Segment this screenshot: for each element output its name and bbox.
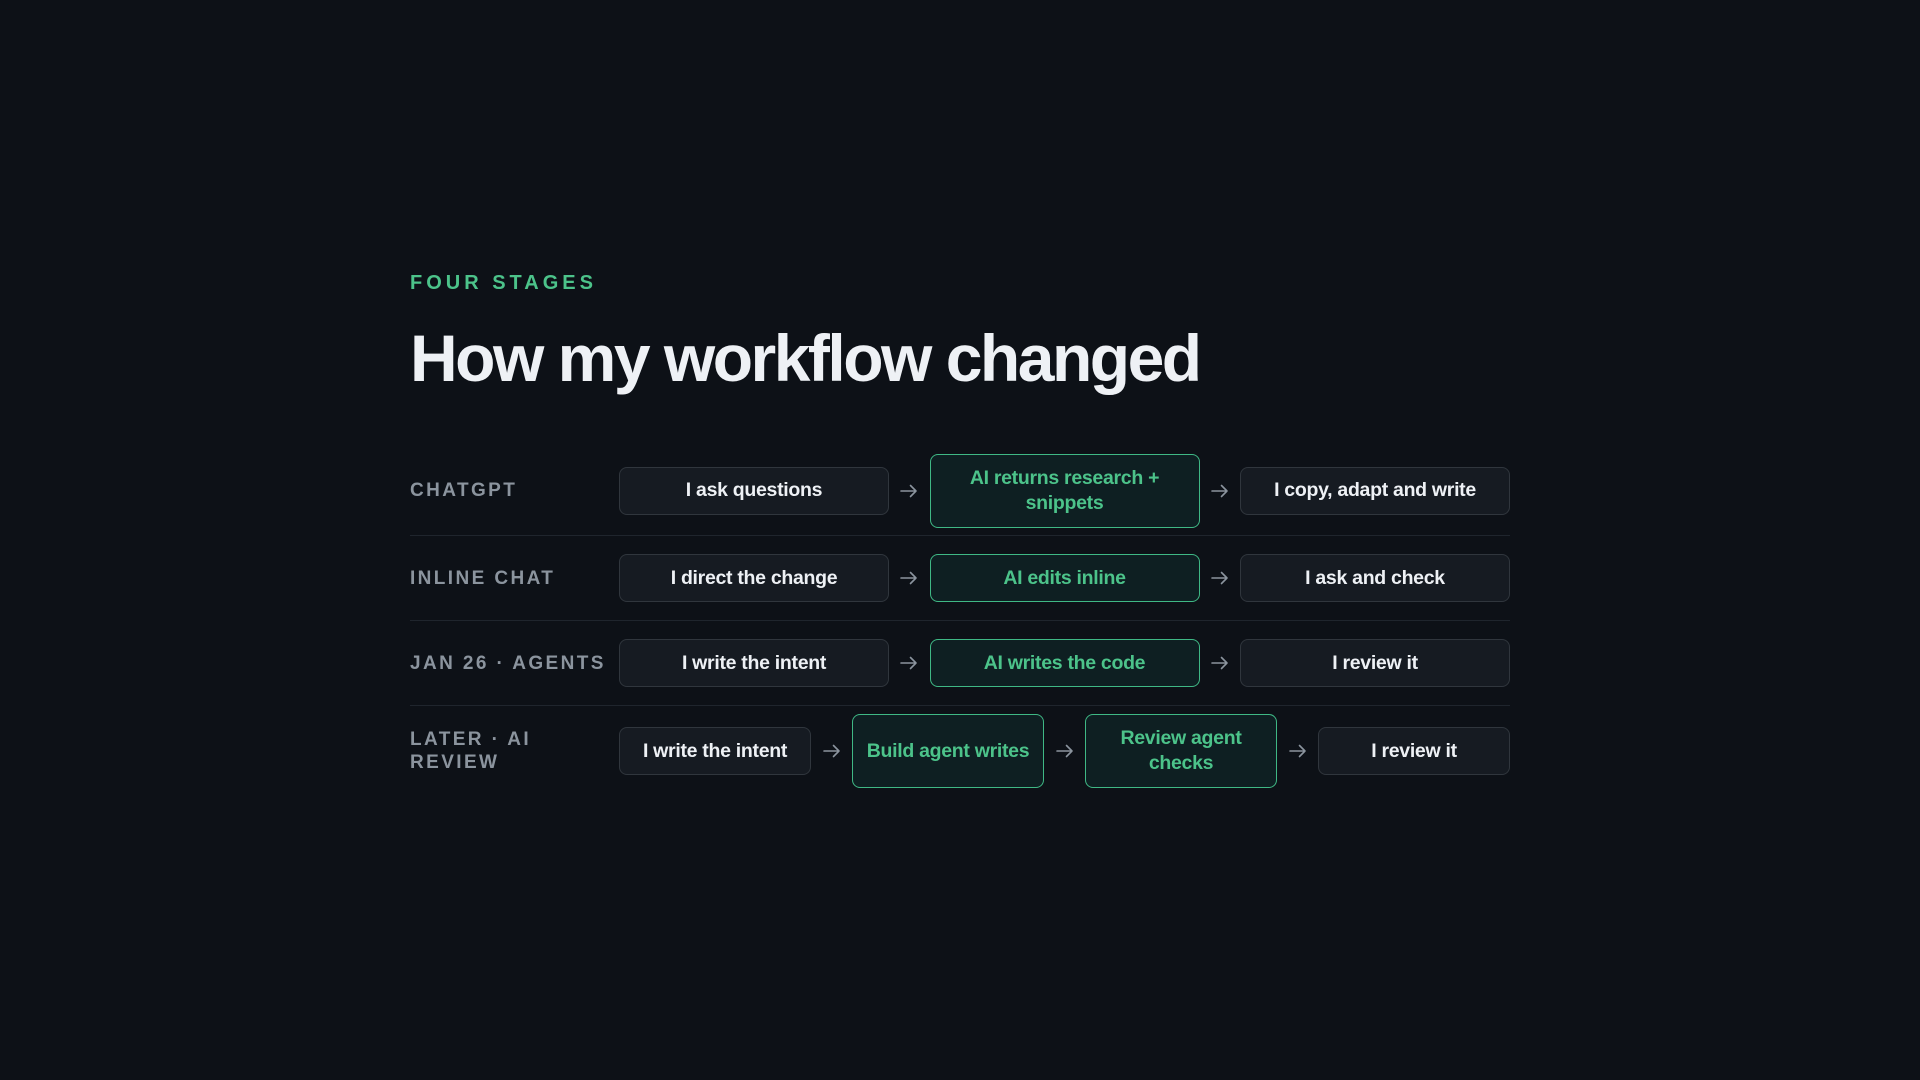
ai-step-box: AI writes the code [929, 639, 1200, 687]
arrow-right-icon [1200, 656, 1241, 670]
human-step-box: I review it [1240, 639, 1510, 687]
stage-label: LATER · AI REVIEW [410, 729, 532, 773]
ai-step-box: AI edits inline [929, 554, 1200, 602]
arrow-right-icon [889, 656, 930, 670]
stage-row-ai-review: LATER · AI REVIEW I write the intent Bui… [410, 706, 1510, 796]
stage-flow: I ask questions AI returns research + sn… [619, 453, 1510, 528]
arrow-right-icon [889, 484, 930, 498]
stage-label: CHATGPT [410, 480, 518, 501]
stage-label: JAN 26 · AGENTS [410, 652, 606, 674]
slide: FOUR STAGES How my workflow changed CHAT… [410, 270, 1510, 796]
human-step-box: I write the intent [619, 727, 811, 775]
stages-table: CHATGPT I ask questions AI returns resea… [410, 446, 1510, 796]
stage-flow: I write the intent Build agent writes Re… [619, 714, 1510, 788]
arrow-right-icon [1044, 744, 1085, 758]
stage-label: INLINE CHAT [410, 567, 556, 589]
human-step-box: I copy, adapt and write [1240, 466, 1510, 515]
eyebrow-label: FOUR STAGES [410, 272, 597, 294]
arrow-right-icon [811, 744, 852, 758]
human-step-box: I review it [1318, 727, 1510, 775]
stage-flow: I direct the change AI edits inline I as… [619, 554, 1510, 602]
stage-row-inline-chat: INLINE CHAT I direct the change AI edits… [410, 536, 1510, 621]
human-step-box: I direct the change [619, 554, 889, 602]
human-step-box: I ask and check [1240, 554, 1510, 602]
human-step-box: I write the intent [619, 639, 889, 687]
arrow-right-icon [889, 571, 930, 585]
stage-row-chatgpt: CHATGPT I ask questions AI returns resea… [410, 446, 1510, 536]
stage-flow: I write the intent AI writes the code I … [619, 639, 1510, 687]
ai-step-box: Build agent writes [852, 714, 1044, 788]
page-title: How my workflow changed [410, 321, 1202, 395]
ai-step-box: AI returns research + snippets [929, 453, 1200, 528]
arrow-right-icon [1200, 484, 1241, 498]
arrow-right-icon [1200, 571, 1241, 585]
ai-step-box: Review agent checks [1085, 714, 1277, 788]
stage-row-agents: JAN 26 · AGENTS I write the intent AI wr… [410, 621, 1510, 706]
human-step-box: I ask questions [619, 466, 889, 515]
arrow-right-icon [1277, 744, 1318, 758]
